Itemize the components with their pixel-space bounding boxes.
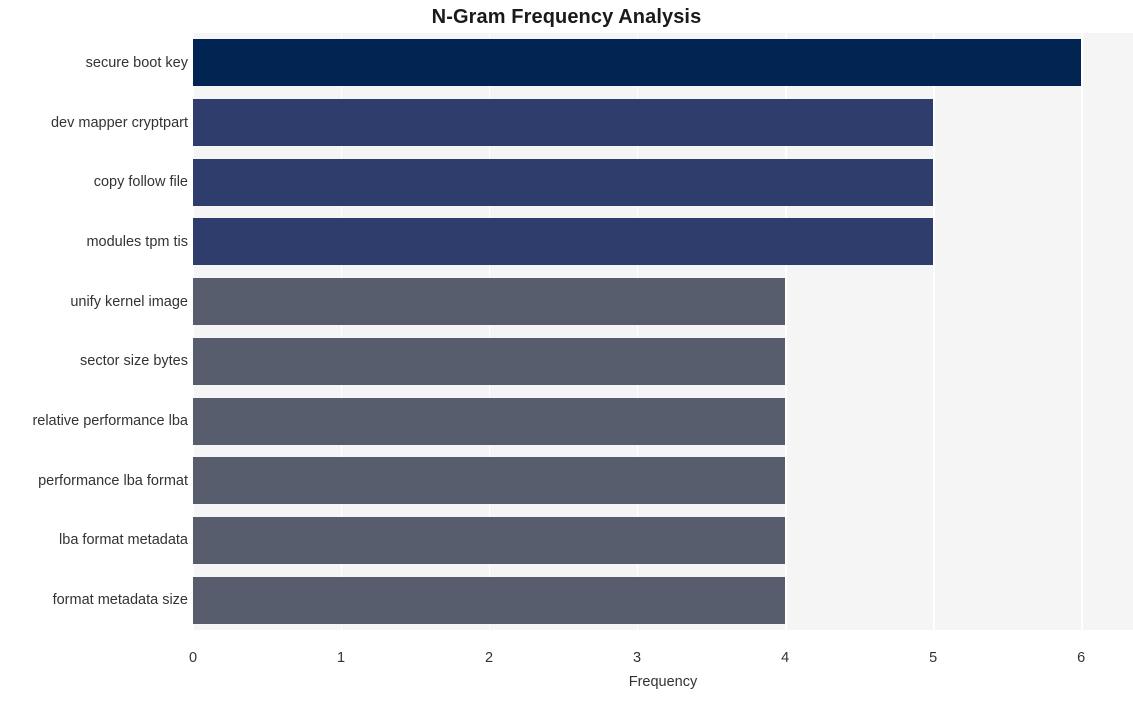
- bar-row: [193, 272, 1133, 332]
- x-tick-label: 2: [485, 650, 494, 666]
- bar-row: [193, 511, 1133, 571]
- bar[interactable]: [193, 158, 934, 206]
- bar[interactable]: [193, 278, 786, 326]
- x-tick-label: 0: [188, 650, 198, 666]
- bar[interactable]: [193, 516, 786, 564]
- plot-area: [193, 33, 1133, 630]
- bar[interactable]: [193, 337, 786, 385]
- y-tick-label: modules tpm tis: [86, 233, 188, 250]
- bar-row: [193, 93, 1133, 153]
- y-axis-tick-labels: secure boot key dev mapper cryptpart copy …: [0, 33, 188, 630]
- x-tick-label: 5: [929, 650, 938, 666]
- bar-row: [193, 391, 1133, 451]
- x-tick-label: 4: [781, 650, 790, 666]
- bar[interactable]: [193, 218, 934, 266]
- x-axis-tick-labels: 0 1 2 3 4 5 6: [0, 650, 1133, 672]
- bar-row: [193, 332, 1133, 392]
- y-tick-label: relative performance lba: [32, 413, 188, 430]
- bar[interactable]: [193, 397, 786, 445]
- x-tick-label: 6: [1077, 650, 1086, 666]
- y-tick-label: sector size bytes: [80, 353, 188, 370]
- bar[interactable]: [193, 39, 1082, 87]
- ngram-frequency-chart-figure: N-Gram Frequency Analysis secure boot ke…: [0, 0, 1133, 701]
- bar-row: [193, 212, 1133, 272]
- bar-row: [193, 451, 1133, 511]
- x-tick-label: 1: [336, 650, 346, 666]
- y-tick-label: format metadata size: [52, 592, 188, 609]
- bar[interactable]: [193, 576, 786, 624]
- y-tick-label: dev mapper cryptpart: [50, 114, 188, 131]
- bar-row: [193, 570, 1133, 630]
- y-tick-label: performance lba format: [38, 472, 188, 489]
- y-tick-label: unify kernel image: [70, 293, 188, 310]
- y-tick-label: lba format metadata: [59, 532, 188, 549]
- bars-layer: [193, 33, 1133, 630]
- y-tick-label: copy follow file: [93, 174, 188, 191]
- bar-row: [193, 33, 1133, 93]
- y-tick-label: secure boot key: [85, 54, 188, 71]
- chart-title: N-Gram Frequency Analysis: [431, 6, 702, 28]
- bar[interactable]: [193, 457, 786, 505]
- bar-row: [193, 152, 1133, 212]
- x-axis-title: Frequency: [628, 674, 698, 690]
- bar[interactable]: [193, 99, 934, 147]
- x-tick-label: 3: [633, 650, 642, 666]
